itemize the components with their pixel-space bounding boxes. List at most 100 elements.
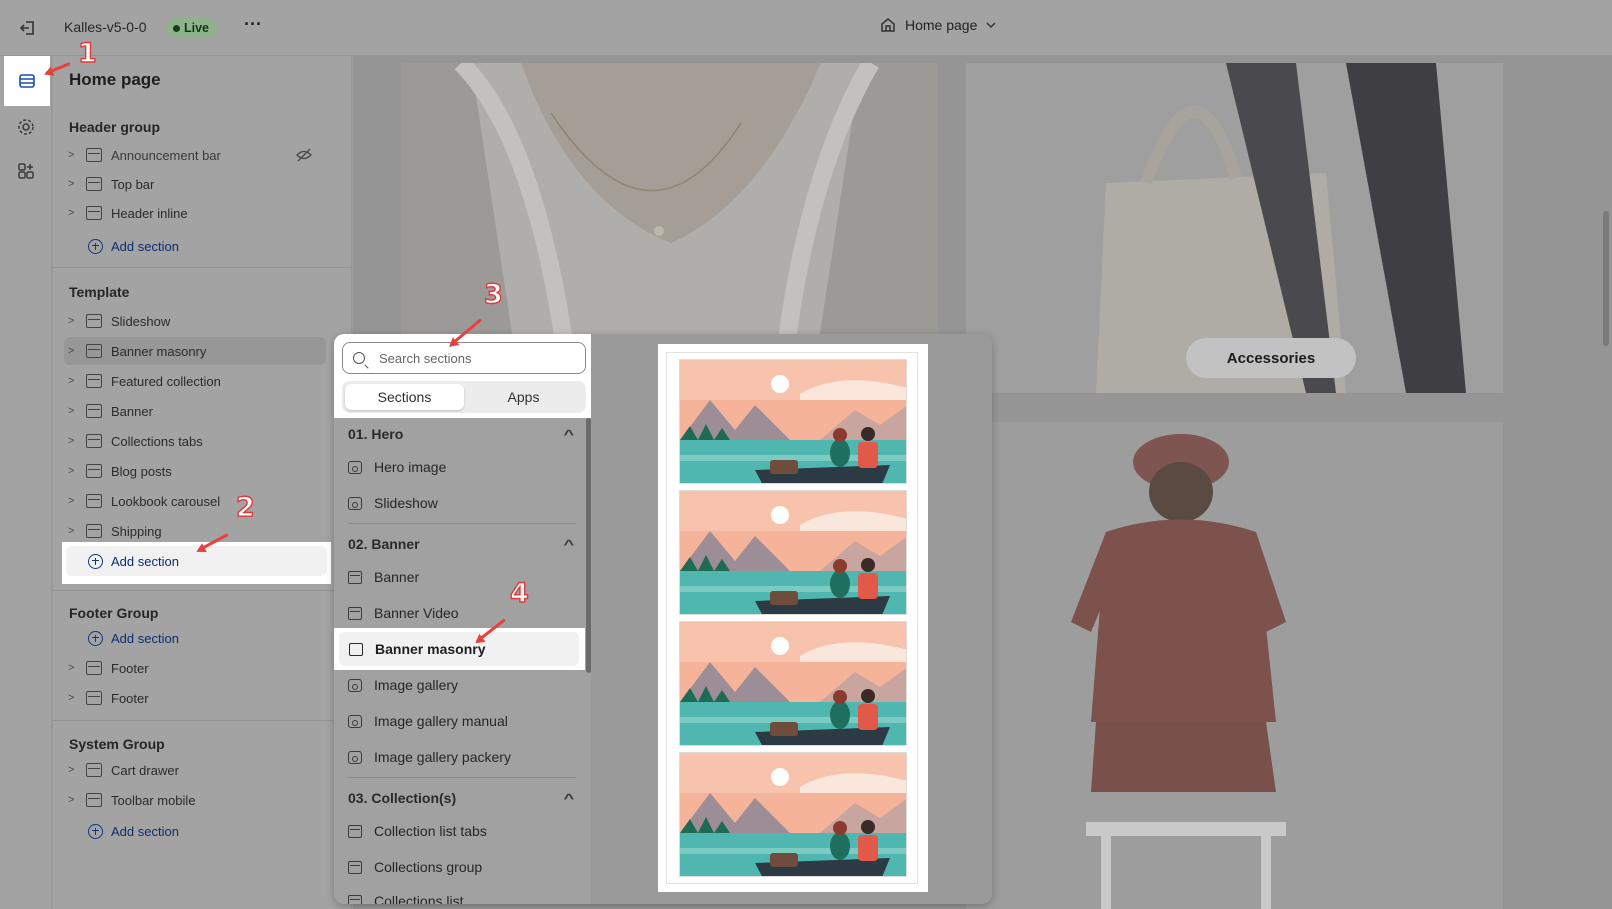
chevron-right-icon[interactable]: > (68, 178, 80, 190)
section-icon (86, 206, 102, 220)
sidebar-item-announcement-bar[interactable]: > Announcement bar (64, 141, 326, 169)
category-collections[interactable]: 03. Collection(s) ^ (348, 783, 575, 813)
chevron-right-icon[interactable]: > (68, 207, 80, 219)
section-icon (349, 642, 363, 656)
tab-sections[interactable]: Sections (345, 384, 464, 410)
section-icon (86, 177, 102, 191)
picker-item-banner-video[interactable]: Banner Video (348, 598, 576, 628)
picker-item-collections-group[interactable]: Collections group (348, 852, 576, 882)
search-input[interactable]: Search sections (342, 342, 586, 374)
section-icon (348, 824, 362, 838)
chevron-right-icon[interactable]: > (68, 662, 80, 674)
sidebar-item-featured-collection[interactable]: > Featured collection (64, 367, 326, 395)
picker-item-collection-list-tabs[interactable]: Collection list tabs (348, 816, 576, 846)
chevron-up-icon[interactable]: ^ (564, 427, 575, 442)
chevron-right-icon[interactable]: > (68, 375, 80, 387)
footer-group-heading: Footer Group (69, 605, 159, 621)
picker-header: Search sections Sections Apps (334, 334, 591, 418)
image-icon (348, 460, 362, 474)
section-icon (86, 148, 102, 162)
store-name: Kalles-v5-0-0 (64, 19, 147, 35)
chevron-up-icon[interactable]: ^ (564, 537, 575, 552)
chevron-right-icon[interactable]: > (68, 495, 80, 507)
picker-item-image-gallery[interactable]: Image gallery (348, 670, 576, 700)
tab-apps[interactable]: Apps (464, 384, 583, 410)
template-heading: Template (69, 284, 130, 300)
chevron-right-icon[interactable]: > (68, 435, 80, 447)
picker-item-banner-masonry-highlight[interactable]: Banner masonry (334, 628, 585, 670)
chevron-right-icon[interactable]: > (68, 465, 80, 477)
sidebar-item-footer[interactable]: > Footer (64, 654, 326, 682)
accessories-button[interactable]: Accessories (1186, 338, 1356, 378)
annotation-marker-3: 3 (483, 278, 503, 310)
chevron-right-icon[interactable]: > (68, 692, 80, 704)
sections-rail-highlight[interactable] (4, 56, 50, 106)
add-section-header-button[interactable]: Add section (88, 233, 179, 259)
sidebar-item-footer[interactable]: > Footer (64, 684, 326, 712)
sidebar-item-blog-posts[interactable]: > Blog posts (64, 457, 326, 485)
sidebar-item-slideshow[interactable]: > Slideshow (64, 307, 326, 335)
add-section-system-button[interactable]: Add section (88, 818, 179, 844)
canvas-scrollbar[interactable] (1603, 211, 1609, 346)
chevron-right-icon[interactable]: > (68, 794, 80, 806)
section-icon (348, 606, 362, 620)
picker-tabs: Sections Apps (342, 381, 586, 413)
plus-circle-icon (88, 630, 103, 646)
category-banner[interactable]: 02. Banner ^ (348, 529, 575, 559)
system-group-heading: System Group (69, 736, 165, 752)
picker-item-image-gallery-packery[interactable]: Image gallery packery (348, 742, 576, 772)
annotation-marker-1: 1 (77, 37, 97, 69)
section-icon (86, 793, 102, 807)
sidebar-item-banner-masonry[interactable]: > Banner masonry (64, 337, 326, 365)
sidebar-item-header-inline[interactable]: > Header inline (64, 199, 326, 227)
add-section-footer-button[interactable]: Add section (88, 625, 179, 651)
chevron-up-icon[interactable]: ^ (564, 791, 575, 806)
section-icon (86, 434, 102, 448)
picker-item-banner-masonry[interactable]: Banner masonry (339, 632, 579, 666)
exit-icon[interactable] (19, 19, 37, 37)
header-group-heading: Header group (69, 119, 161, 135)
sidebar-item-top-bar[interactable]: > Top bar (64, 170, 326, 198)
page-selector[interactable]: Home page (880, 17, 996, 33)
chevron-right-icon[interactable]: > (68, 405, 80, 417)
chevron-right-icon[interactable]: > (68, 315, 80, 327)
picker-item-banner[interactable]: Banner (348, 562, 576, 592)
eye-slash-icon[interactable] (296, 148, 312, 162)
section-icon (348, 860, 362, 874)
sidebar-item-collections-tabs[interactable]: > Collections tabs (64, 427, 326, 455)
image-icon (348, 678, 362, 692)
annotation-marker-2: 2 (235, 491, 255, 523)
settings-icon[interactable] (16, 117, 36, 137)
sidebar-item-shipping[interactable]: > Shipping (64, 517, 326, 545)
category-hero[interactable]: 01. Hero ^ (348, 419, 575, 449)
plus-circle-icon (88, 238, 103, 254)
man-seated-photo (966, 422, 1503, 909)
sidebar-item-lookbook-carousel[interactable]: > Lookbook carousel (64, 487, 326, 515)
picker-item-image-gallery-manual[interactable]: Image gallery manual (348, 706, 576, 736)
plus-circle-icon (88, 553, 103, 569)
sections-icon[interactable] (18, 72, 36, 90)
apps-icon[interactable] (16, 161, 36, 181)
preview-frame (666, 352, 918, 884)
picker-scrollbar[interactable] (586, 418, 591, 673)
left-rail (0, 56, 52, 909)
more-actions-button[interactable]: ··· (244, 14, 262, 35)
plus-circle-icon (88, 823, 103, 839)
chevron-right-icon[interactable]: > (68, 764, 80, 776)
section-icon (86, 763, 102, 777)
page-selector-label: Home page (905, 17, 978, 33)
sidebar-item-toolbar-mobile[interactable]: > Toolbar mobile (64, 786, 326, 814)
chevron-right-icon[interactable]: > (68, 149, 80, 161)
chevron-right-icon[interactable]: > (68, 525, 80, 537)
home-icon (881, 18, 895, 32)
chevron-right-icon[interactable]: > (68, 345, 80, 357)
sidebar-item-banner[interactable]: > Banner (64, 397, 326, 425)
picker-item-hero-image[interactable]: Hero image (348, 452, 576, 482)
picker-item-collections-list[interactable]: Collections list (348, 886, 576, 904)
preview-banner-image (679, 621, 907, 746)
divider (53, 267, 352, 268)
divider (348, 777, 576, 778)
image-icon (348, 714, 362, 728)
picker-item-slideshow[interactable]: Slideshow (348, 488, 576, 518)
sidebar-item-cart-drawer[interactable]: > Cart drawer (64, 756, 326, 784)
